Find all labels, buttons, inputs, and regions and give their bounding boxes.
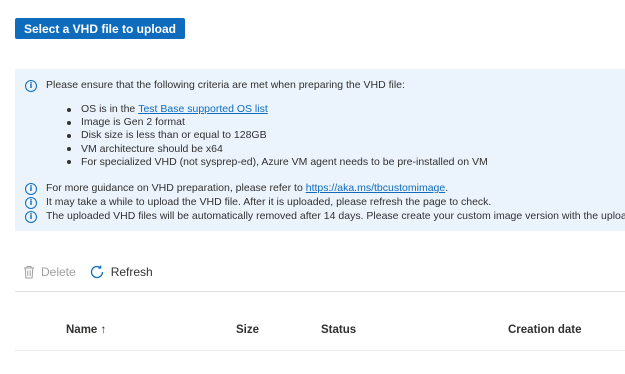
- criteria-item: Disk size is less than or equal to 128GB: [67, 129, 488, 142]
- command-bar: Delete Refresh: [15, 264, 153, 280]
- info-message-bar: i Please ensure that the following crite…: [15, 69, 625, 231]
- select-vhd-upload-button[interactable]: Select a VHD file to upload: [15, 18, 185, 39]
- header-row-divider: [15, 350, 625, 351]
- delete-button[interactable]: Delete: [23, 265, 76, 279]
- removal-note-text: The uploaded VHD files will be automatic…: [46, 210, 625, 222]
- info-upload-note-row: i It may take a while to upload the VHD …: [25, 196, 491, 209]
- info-intro-text: Please ensure that the following criteri…: [46, 79, 405, 91]
- column-header-size[interactable]: Size: [236, 324, 259, 336]
- guidance-text: For more guidance on VHD preparation, pl…: [46, 182, 306, 194]
- info-removal-note-row: i The uploaded VHD files will be automat…: [25, 210, 625, 223]
- criteria-item-text: Disk size is less than or equal to 128GB: [81, 129, 267, 142]
- info-icon: i: [25, 196, 37, 209]
- column-header-status[interactable]: Status: [321, 324, 356, 336]
- bullet-dot: [67, 107, 71, 112]
- refresh-label: Refresh: [110, 265, 153, 279]
- bullet-dot: [67, 160, 71, 165]
- upload-note-text: It may take a while to upload the VHD fi…: [46, 196, 492, 208]
- criteria-list: OS is in the Test Base supported OS list…: [67, 103, 488, 169]
- custom-image-guidance-link[interactable]: https://aka.ms/tbcustomimage: [306, 182, 445, 195]
- guidance-suffix: .: [445, 182, 449, 194]
- bullet-dot: [67, 147, 71, 152]
- criteria-os-text: OS is in the: [81, 103, 139, 115]
- criteria-item: VM architecture should be x64: [67, 143, 488, 156]
- criteria-item: Image is Gen 2 format: [67, 116, 488, 129]
- bullet-dot: [67, 134, 71, 138]
- supported-os-link[interactable]: Test Base supported OS list: [138, 103, 268, 116]
- info-intro-row: i Please ensure that the following crite…: [25, 79, 405, 92]
- delete-label: Delete: [41, 265, 76, 279]
- refresh-button[interactable]: Refresh: [89, 264, 153, 280]
- criteria-item: For specialized VHD (not sysprep-ed), Az…: [67, 156, 488, 169]
- trash-icon: [23, 265, 35, 279]
- info-icon: i: [25, 210, 37, 223]
- criteria-item-text: For specialized VHD (not sysprep-ed), Az…: [81, 155, 488, 168]
- info-guidance-row: i For more guidance on VHD preparation, …: [25, 182, 448, 195]
- info-icon: i: [25, 182, 37, 195]
- criteria-item: OS is in the Test Base supported OS list: [67, 103, 488, 116]
- column-header-creation-date[interactable]: Creation date: [508, 324, 582, 336]
- criteria-item-text: VM architecture should be x64: [81, 142, 223, 155]
- criteria-item-text: Image is Gen 2 format: [81, 116, 185, 129]
- command-bar-divider: [15, 291, 625, 292]
- bullet-dot: [67, 120, 71, 125]
- info-icon: i: [25, 79, 37, 92]
- refresh-icon: [89, 264, 105, 280]
- column-header-name[interactable]: Name ↑: [66, 324, 106, 336]
